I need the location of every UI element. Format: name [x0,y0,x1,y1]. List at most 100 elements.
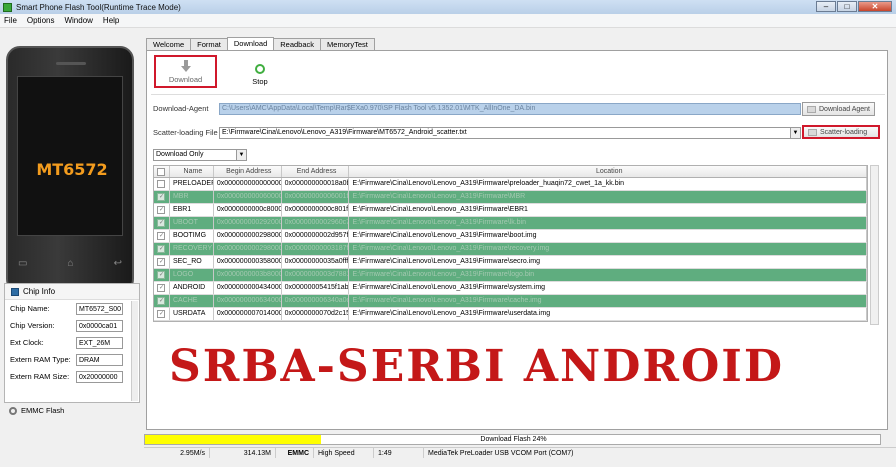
app-icon [3,2,12,12]
cell-begin-address: 0x0000000000c80000 [214,204,282,216]
window-title: Smart Phone Flash Tool(Runtime Trace Mod… [16,2,181,12]
progress-label: Download Flash 24% [480,436,547,443]
status-size: 314.13M [210,448,276,458]
cell-begin-address: 0x0000000002980000 [214,243,282,255]
cell-location: E:\Firmware\Cina\Lenovo\Lenovo_A319\Firm… [349,204,867,216]
chip-info-scrollbar[interactable] [131,301,138,401]
download-agent-field[interactable]: C:\Users\AMC\AppData\Local\Temp\Rar$EXa0… [219,103,801,115]
download-button[interactable]: Download [154,55,217,88]
cell-begin-address: 0x0000000070140000 [214,308,282,320]
menu-window[interactable]: Window [64,16,92,25]
table-row[interactable]: ✓ MBR 0x0000000000600000 0x00000000006001ff… [154,191,867,204]
tab-download[interactable]: Download [226,37,275,50]
scatter-file-field[interactable]: E:\Firmware\Cina\Lenovo\Lenovo_A319\Firm… [219,127,801,139]
table-scrollbar[interactable] [870,165,879,325]
cell-end-address: 0x000000006340a0cb [282,295,350,307]
cell-name: EBR1 [170,204,214,216]
minimize-button[interactable]: – [816,1,836,12]
table-row[interactable]: ✓ ANDROID 0x0000000004340000 0x00000005415f… [154,282,867,295]
chip-info-title: Chip Info [23,287,56,296]
maximize-button[interactable]: □ [837,1,857,12]
cell-name: BOOTIMG [170,230,214,242]
cell-begin-address: 0x0000000003580000 [214,256,282,268]
phone-speaker [56,62,86,65]
row-checkbox[interactable]: ✓ [157,310,166,318]
chip-version-value: 0x0000ca01 [76,319,123,332]
phone-image: MT6572 ▭ ⌂ ↩ [6,46,134,293]
column-location: Location [349,166,867,177]
device-panel: MT6572 ▭ ⌂ ↩ Chip Info Chip Name: MT6572… [0,28,144,467]
download-agent-button[interactable]: Download Agent [802,102,875,116]
close-button[interactable]: ✕ [858,1,892,12]
scatter-loading-button[interactable]: Scatter-loading [802,125,880,139]
tab-memorytest[interactable]: MemoryTest [320,38,375,50]
cell-name: MBR [170,191,214,203]
menu-bar: File Options Window Help [0,14,896,28]
chip-info-panel: Chip Info Chip Name: MT6572_S00 Chip Ver… [4,283,140,403]
table-row[interactable]: ✓ CACHE 0x0000000006340000 0x000000006340a0… [154,295,867,308]
table-row[interactable]: ✓ BOOTIMG 0x0000000002980000 0x0000000002d9… [154,230,867,243]
cell-name: SEC_RO [170,256,214,268]
row-checkbox[interactable]: ✓ [157,219,166,227]
cell-end-address: 0x000000000018a0b [282,178,350,190]
table-row[interactable]: ✓ USRDATA 0x0000000070140000 0x0000000070d2… [154,308,867,321]
menu-key-icon: ▭ [18,258,28,269]
chevron-down-icon[interactable]: ▼ [790,128,800,138]
row-checkbox[interactable]: ✓ [157,193,166,201]
menu-options[interactable]: Options [27,16,55,25]
stop-button[interactable]: Stop [230,57,290,93]
cell-end-address: 0x0000000002d957ff [282,230,350,242]
download-agent-label: Download-Agent [153,104,209,113]
row-checkbox[interactable]: ✓ [157,232,166,240]
folder-icon [807,105,816,113]
row-checkbox[interactable]: ✓ [157,245,166,253]
tab-welcome[interactable]: Welcome [146,38,192,50]
row-checkbox[interactable]: ✓ [157,284,166,292]
download-button-label: Download [168,74,203,84]
download-mode-select[interactable]: Download Only ▼ [153,149,247,161]
cell-end-address: 0x00000005415f1ab [282,282,350,294]
gear-icon [9,406,17,415]
emmc-flash-section[interactable]: EMMC Flash [4,404,140,417]
chip-logo: MT6572 [36,160,108,179]
status-speed: 2.95M/s [144,448,210,458]
row-checkbox[interactable]: ✓ [157,258,166,266]
menu-help[interactable]: Help [103,16,119,25]
status-bar: 2.95M/s 314.13M EMMC High Speed 1:49 Med… [144,447,896,458]
cell-location: E:\Firmware\Cina\Lenovo\Lenovo_A319\Firm… [349,243,867,255]
row-checkbox[interactable]: ✓ [157,271,166,279]
chip-info-row: Chip Version: 0x0000ca01 [5,317,139,334]
cell-begin-address: 0x0000000000000000 [214,178,282,190]
row-checkbox[interactable]: ✓ [157,297,166,305]
cell-end-address: 0x0000000003d7881f [282,269,350,281]
chip-info-row: Extern RAM Type: DRAM [5,351,139,368]
status-usb-speed: High Speed [314,448,374,458]
cell-name: RECOVERY [170,243,214,255]
column-begin-address: Begin Address [214,166,282,177]
menu-file[interactable]: File [4,16,17,25]
watermark-text: SRBA-SERBI ANDROID [169,341,785,392]
status-storage: EMMC [276,448,314,458]
tab-format[interactable]: Format [190,38,228,50]
table-row[interactable]: ✓ RECOVERY 0x0000000002980000 0x00000000003… [154,243,867,256]
table-row[interactable]: ✓ EBR1 0x0000000000c80000 0x0000000000c801f… [154,204,867,217]
table-row[interactable]: ✓ SEC_RO 0x0000000003580000 0x00000000035a0… [154,256,867,269]
table-row[interactable]: PRELOADER 0x0000000000000000 0x00000000001… [154,178,867,191]
tab-readback[interactable]: Readback [273,38,322,50]
chip-info-row: Chip Name: MT6572_S00 [10,302,123,315]
cell-location: E:\Firmware\Cina\Lenovo\Lenovo_A319\Firm… [349,178,867,190]
main-area: Welcome Format Download Readback MemoryT… [144,28,896,434]
chevron-down-icon[interactable]: ▼ [236,150,246,160]
cell-name: UBOOT [170,217,214,229]
row-checkbox[interactable]: ✓ [157,206,166,214]
tab-bar: Welcome Format Download Readback MemoryT… [146,37,375,50]
table-row[interactable]: ✓ UBOOT 0x0000000002920000 0x0000000002960c… [154,217,867,230]
back-key-icon: ↩ [113,258,122,269]
select-all-checkbox[interactable] [157,167,166,176]
row-checkbox[interactable] [157,180,166,188]
table-row[interactable]: ✓ LOGO 0x0000000003b80000 0x0000000003d7881… [154,269,867,282]
cell-begin-address: 0x0000000003b80000 [214,269,282,281]
chip-name-value: MT6572_S00 [76,302,123,315]
download-arrow-icon [180,59,191,72]
table-body: PRELOADER 0x0000000000000000 0x00000000001… [154,178,867,321]
